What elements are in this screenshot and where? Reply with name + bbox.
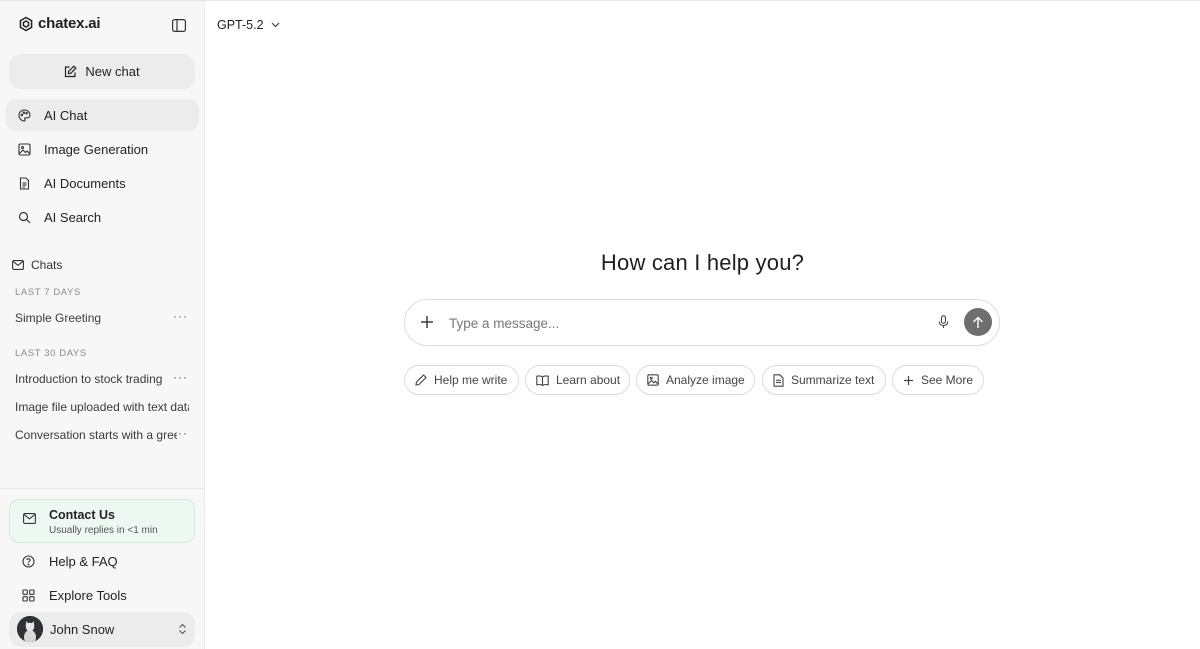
chat-title: Introduction to stock trading [15, 372, 163, 386]
document-icon [18, 176, 31, 190]
chat-list-item[interactable]: Image file uploaded with text data [15, 396, 190, 418]
more-options-icon[interactable]: ··· [173, 309, 188, 323]
section-label-last-30-days: LAST 30 DAYS [15, 348, 87, 359]
chatex-logo-icon [18, 16, 34, 32]
chats-header: Chats [12, 258, 62, 272]
sidebar-toggle-button[interactable] [170, 16, 188, 34]
document-icon [773, 373, 784, 387]
nav-item-image-generation[interactable]: Image Generation [6, 133, 199, 165]
sidebar: chatex.ai New chat AI Chat Image Generat… [0, 1, 205, 649]
explore-tools-label: Explore Tools [49, 587, 127, 603]
new-chat-label: New chat [85, 64, 140, 79]
more-options-icon[interactable]: ··· [173, 370, 188, 384]
image-icon [18, 142, 31, 156]
chat-list-item[interactable]: Simple Greeting ··· [15, 307, 190, 329]
sidebar-divider [0, 488, 204, 489]
brand-logo[interactable]: chatex.ai [18, 15, 101, 32]
nav-label: AI Chat [44, 107, 88, 123]
chip-label: Summarize text [791, 373, 875, 387]
contact-us-card[interactable]: Contact Us Usually replies in <1 min [9, 499, 195, 543]
nav-item-ai-documents[interactable]: AI Documents [6, 167, 199, 199]
suggestion-chip-learn-about[interactable]: Learn about [525, 365, 630, 395]
model-name: GPT-5.2 [217, 18, 264, 32]
chat-title: Image file uploaded with text data [15, 400, 189, 414]
microphone-icon[interactable] [938, 315, 949, 329]
palette-icon [18, 108, 31, 122]
sidebar-toggle-icon [172, 18, 186, 32]
explore-tools-link[interactable]: Explore Tools [9, 580, 195, 610]
help-faq-link[interactable]: Help & FAQ [9, 546, 195, 576]
chat-title: Conversation starts with a greeting [15, 428, 177, 442]
chip-label: Help me write [434, 373, 508, 387]
chevron-down-icon [271, 22, 280, 28]
help-circle-icon [22, 554, 35, 568]
suggestion-chip-help-me-write[interactable]: Help me write [404, 365, 519, 395]
avatar [17, 616, 43, 642]
page-title: How can I help you? [600, 250, 805, 275]
message-composer [404, 299, 1000, 346]
new-chat-button[interactable]: New chat [9, 54, 195, 89]
pencil-icon [415, 374, 427, 386]
image-icon [647, 374, 659, 386]
plus-icon [903, 375, 914, 386]
attach-plus-icon[interactable] [419, 314, 435, 330]
user-name: John Snow [50, 622, 115, 637]
nav-label: Image Generation [44, 141, 149, 157]
chats-label: Chats [31, 258, 63, 272]
nav-label: AI Search [44, 209, 102, 225]
arrow-up-icon [972, 316, 984, 329]
nav-item-ai-chat[interactable]: AI Chat [6, 99, 199, 131]
chat-title: Simple Greeting [15, 311, 102, 325]
nav-label: AI Documents [44, 175, 126, 191]
chip-label: Learn about [556, 373, 621, 387]
section-label-last-7-days: LAST 7 DAYS [15, 287, 81, 298]
more-options-icon[interactable]: ··· [173, 426, 188, 440]
model-selector[interactable]: GPT-5.2 [217, 18, 280, 32]
send-button[interactable] [964, 308, 992, 336]
chip-label: Analyze image [666, 373, 745, 387]
user-menu[interactable]: John Snow [9, 612, 195, 647]
grid-icon [22, 588, 35, 602]
edit-icon [64, 65, 78, 78]
brand-name: chatex.ai [38, 15, 101, 32]
primary-nav: AI Chat Image Generation AI Documents AI… [6, 99, 199, 235]
search-icon [18, 211, 31, 224]
help-faq-label: Help & FAQ [49, 553, 118, 569]
chip-label: See More [921, 373, 974, 387]
mail-icon [23, 513, 36, 524]
nav-item-ai-search[interactable]: AI Search [6, 201, 199, 233]
suggestion-chip-summarize-text[interactable]: Summarize text [762, 365, 886, 395]
suggestion-chip-analyze-image[interactable]: Analyze image [636, 365, 755, 395]
chat-list-item[interactable]: Conversation starts with a greeting ··· [15, 424, 190, 446]
chevron-up-down-icon [178, 623, 187, 635]
book-icon [536, 374, 549, 386]
contact-title: Contact Us [49, 508, 115, 522]
contact-subtitle: Usually replies in <1 min [49, 525, 158, 536]
chat-list-item[interactable]: Introduction to stock trading ··· [15, 368, 190, 390]
mail-icon [12, 260, 24, 270]
suggestion-chip-see-more[interactable]: See More [892, 365, 984, 395]
message-input[interactable] [449, 312, 919, 334]
